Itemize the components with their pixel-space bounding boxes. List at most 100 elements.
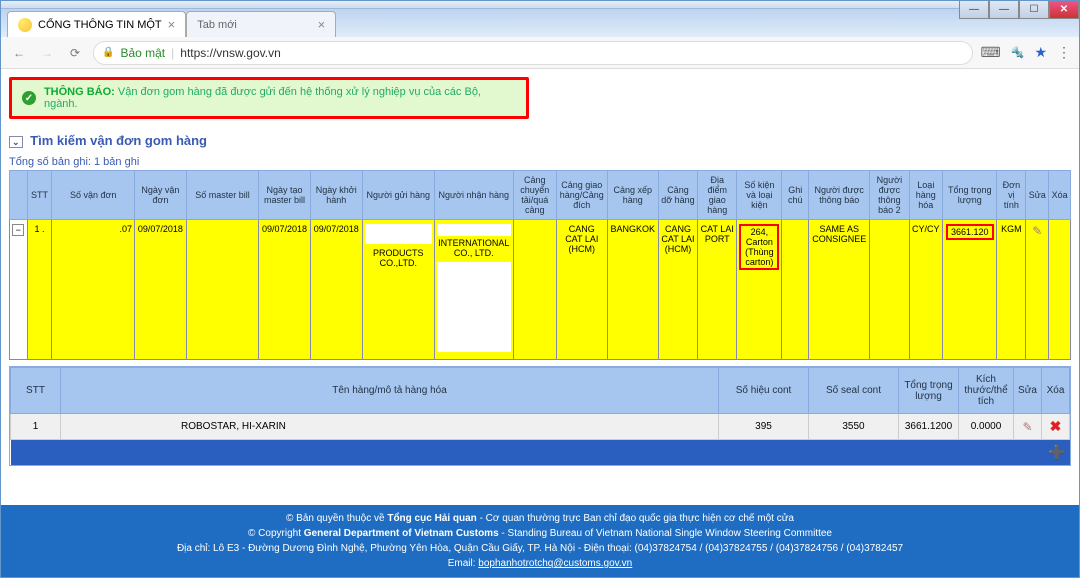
cell-nguoi-gui: PRODUCTS CO.,LTD.: [362, 220, 434, 360]
hdr-ngay-tao: Ngày tạo master bill: [259, 171, 311, 220]
sub-row: 1 ROBOSTAR, HI-XARIN 395 3550 3661.1200 …: [11, 414, 1070, 440]
hdr-ngay-van-don: Ngày vận đơn: [135, 171, 187, 220]
check-icon: ✓: [22, 91, 36, 105]
lock-icon: 🔒: [102, 47, 114, 58]
minimize2-button[interactable]: —: [989, 1, 1019, 19]
alert-label: THÔNG BÁO:: [44, 86, 115, 98]
hdr-trong-luong: Tổng trọng lượng: [943, 171, 997, 220]
record-count: Tổng số bản ghi: 1 bản ghi: [9, 156, 1071, 168]
hdr-cang-do: Cảng dỡ hàng: [658, 171, 697, 220]
hdr-nguoi-gui: Người gửi hàng: [362, 171, 434, 220]
sub-kich-thuoc: 0.0000: [959, 414, 1014, 440]
browser-tabbar: CỔNG THÔNG TIN MỘT × Tab mới ×: [1, 9, 1079, 37]
sub-table-wrap: STT Tên hàng/mô tả hàng hóa Số hiệu cont…: [9, 366, 1071, 466]
cell-trong-luong: 3661.120: [943, 220, 997, 360]
cell-ghi-chu: [782, 220, 809, 360]
cell-loai-hang: CY/CY: [909, 220, 943, 360]
sub-hdr-ten-hang: Tên hàng/mô tả hàng hóa: [61, 368, 719, 414]
browser-tab-active[interactable]: CỔNG THÔNG TIN MỘT ×: [7, 11, 186, 37]
page-footer: © Bản quyền thuộc về Tổng cục Hải quan -…: [1, 505, 1079, 577]
cell-so-van-don: .07: [52, 220, 135, 360]
sub-ten-hang: ROBOSTAR, HI-XARIN: [61, 414, 719, 440]
window-controls: — — ☐ ✕: [959, 1, 1079, 19]
tab-title: Tab mới: [197, 19, 237, 31]
cell-cang-chuyen: [513, 220, 556, 360]
alert-banner: ✓ THÔNG BÁO: Vận đơn gom hàng đã được gử…: [9, 77, 529, 119]
hdr-expand: [10, 171, 28, 220]
cell-ngay-khoi: 09/07/2018: [310, 220, 362, 360]
minimize-button[interactable]: —: [959, 1, 989, 19]
reload-button[interactable]: ⟳: [65, 46, 85, 60]
delete-icon: ✖: [1050, 418, 1062, 434]
sub-stt: 1: [11, 414, 61, 440]
cell-thong-bao2: [870, 220, 909, 360]
hdr-cang-xep: Cảng xếp hàng: [607, 171, 658, 220]
favicon-icon: [18, 18, 32, 32]
hdr-cang-chuyen: Cảng chuyển tải/quá cảng: [513, 171, 556, 220]
cell-dia-diem: CAT LAI PORT: [698, 220, 737, 360]
cell-cang-xep: BANGKOK: [607, 220, 658, 360]
hdr-nguoi-nhan: Người nhận hàng: [434, 171, 513, 220]
hdr-so-van-don: Số vận đơn: [52, 171, 135, 220]
hdr-don-vi: Đơn vị tính: [997, 171, 1026, 220]
sub-hdr-so-seal: Số seal cont: [809, 368, 899, 414]
secure-label: Bảo mật: [120, 46, 165, 60]
hdr-sua: Sửa: [1026, 171, 1049, 220]
forward-button[interactable]: →: [37, 46, 57, 60]
cell-so-master: [186, 220, 258, 360]
sub-table: STT Tên hàng/mô tả hàng hóa Số hiệu cont…: [10, 367, 1070, 465]
hdr-so-kien: Số kiện và loại kiện: [737, 171, 782, 220]
sub-edit[interactable]: ✎: [1014, 414, 1042, 440]
url-text: https://vnsw.gov.vn: [180, 46, 281, 60]
hdr-stt: STT: [27, 171, 52, 220]
bookmark-icon[interactable]: ★: [1034, 44, 1047, 61]
tab-title: CỔNG THÔNG TIN MỘT: [38, 19, 162, 31]
sub-hdr-kich-thuoc: Kích thước/thể tích: [959, 368, 1014, 414]
close-window-button[interactable]: ✕: [1049, 1, 1079, 19]
sub-delete[interactable]: ✖: [1042, 414, 1070, 440]
back-button[interactable]: ←: [9, 46, 29, 60]
hdr-cang-giao: Cảng giao hàng/Cảng đích: [556, 171, 607, 220]
hdr-ngay-khoi: Ngày khởi hành: [310, 171, 362, 220]
sub-hdr-sua: Sửa: [1014, 368, 1042, 414]
menu-icon[interactable]: ⋮: [1057, 44, 1071, 61]
sub-so-seal: 3550: [809, 414, 899, 440]
hdr-so-master: Số master bill: [186, 171, 258, 220]
add-icon[interactable]: ➕: [1048, 444, 1065, 460]
footer-email-link[interactable]: bophanhotrotchq@customs.gov.vn: [478, 558, 632, 569]
cell-cang-do: CANG CAT LAI (HCM): [658, 220, 697, 360]
cell-cang-giao: CANG CAT LAI (HCM): [556, 220, 607, 360]
translate-icon[interactable]: 🔩: [1011, 46, 1025, 59]
hdr-loai-hang: Loại hàng hóa: [909, 171, 943, 220]
edit-icon: ✎: [1022, 420, 1032, 434]
sub-hdr-xoa: Xóa: [1042, 368, 1070, 414]
window-titlebar: [1, 1, 1079, 9]
hdr-dia-diem: Địa điểm giao hàng: [698, 171, 737, 220]
table-row: − 1 . .07 09/07/2018 09/07/2018 09/07/20…: [10, 220, 1071, 360]
sub-hdr-stt: STT: [11, 368, 61, 414]
expand-icon[interactable]: −: [12, 224, 24, 236]
key-icon[interactable]: ⌨: [981, 44, 1001, 61]
cell-ngay-tao: 09/07/2018: [259, 220, 311, 360]
maximize-button[interactable]: ☐: [1019, 1, 1049, 19]
cell-nguoi-nhan: INTERNATIONAL CO., LTD.: [434, 220, 513, 360]
main-table: STT Số vận đơn Ngày vận đơn Số master bi…: [9, 170, 1071, 360]
cell-xoa[interactable]: [1049, 220, 1071, 360]
sub-hdr-so-hieu: Số hiệu cont: [719, 368, 809, 414]
page-title: ⌄ Tìm kiếm vận đơn gom hàng: [9, 133, 1071, 148]
sub-footer-row: ➕: [11, 440, 1070, 466]
sub-trong-luong: 3661.1200: [899, 414, 959, 440]
url-input[interactable]: 🔒 Bảo mật | https://vnsw.gov.vn: [93, 41, 973, 65]
browser-tab-new[interactable]: Tab mới ×: [186, 11, 336, 37]
collapse-icon[interactable]: ⌄: [9, 136, 23, 148]
close-tab-icon[interactable]: ×: [168, 17, 176, 32]
hdr-ghi-chu: Ghi chú: [782, 171, 809, 220]
hdr-thong-bao: Người được thông báo: [809, 171, 870, 220]
cell-sua[interactable]: ✎: [1026, 220, 1049, 360]
cell-stt: 1 .: [27, 220, 52, 360]
cell-ngay-van-don: 09/07/2018: [135, 220, 187, 360]
hdr-xoa: Xóa: [1049, 171, 1071, 220]
close-tab-icon[interactable]: ×: [318, 17, 326, 32]
edit-icon: ✎: [1032, 224, 1042, 238]
sub-so-hieu: 395: [719, 414, 809, 440]
